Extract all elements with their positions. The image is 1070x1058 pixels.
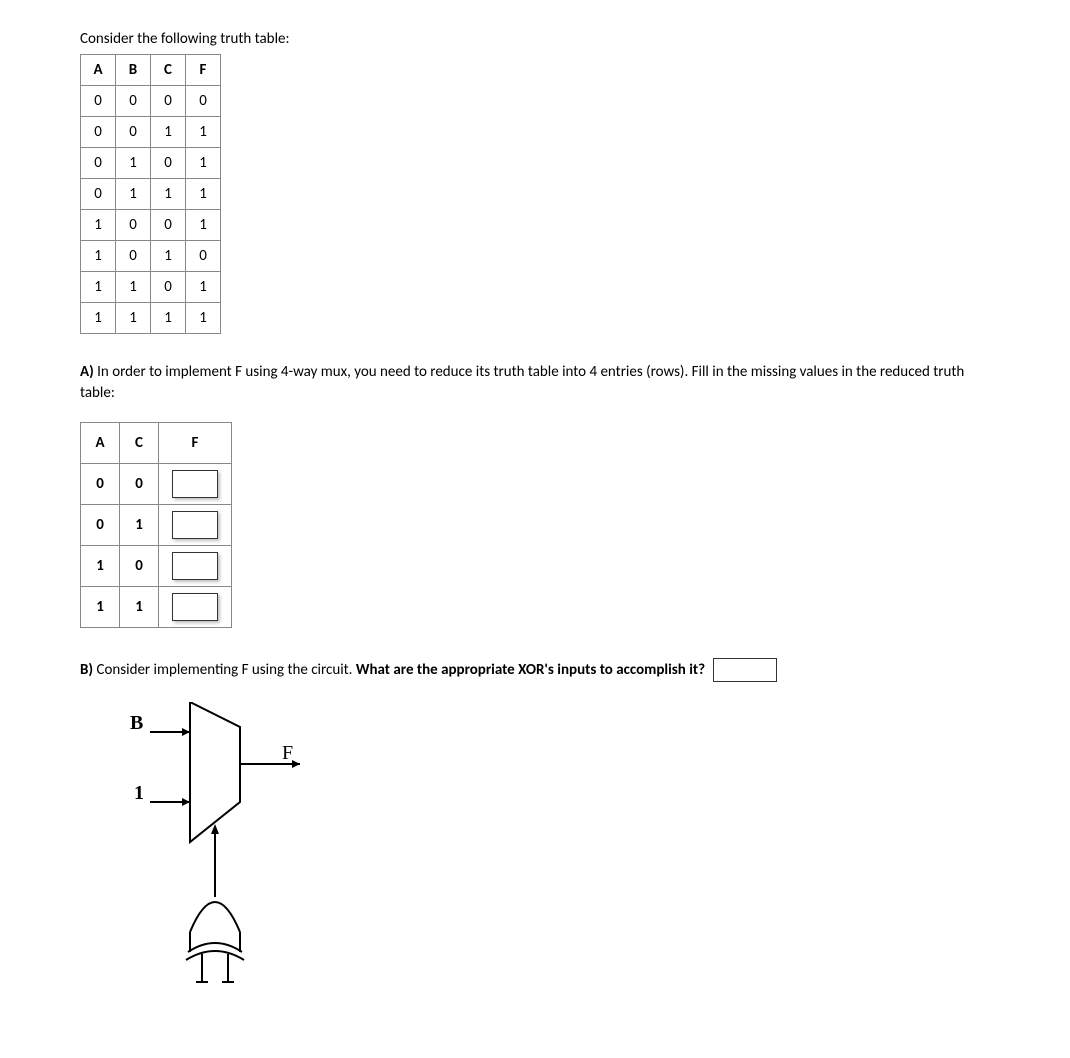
- table-row: 0011: [81, 117, 221, 148]
- cell: 0: [116, 86, 151, 117]
- cell: 1: [151, 241, 186, 272]
- cell: 0: [116, 117, 151, 148]
- cell: 0: [81, 505, 120, 546]
- cell: 0: [81, 117, 116, 148]
- xor-gate-icon: [186, 877, 244, 982]
- cell: 1: [186, 148, 221, 179]
- table-row: 1 0: [81, 546, 232, 587]
- cell: 1: [186, 117, 221, 148]
- cell: 1: [81, 272, 116, 303]
- table-header-row: A C F: [81, 423, 232, 464]
- answer-input-10[interactable]: [172, 552, 218, 580]
- cell: 0: [81, 179, 116, 210]
- arrowhead-icon: [292, 760, 300, 768]
- arrowhead-icon: [182, 728, 190, 736]
- th-f: F: [186, 55, 221, 86]
- cell: 0: [81, 148, 116, 179]
- part-a-question: A) In order to implement F using 4-way m…: [80, 362, 990, 404]
- circuit-label-b: B: [130, 712, 143, 735]
- cell: 1: [120, 505, 159, 546]
- truth-table: A B C F 0000 0011 0101 0111 1001 1010 11…: [80, 54, 221, 334]
- part-a-text: In order to implement F using 4-way mux,…: [80, 363, 964, 402]
- part-a-label: A): [80, 363, 94, 381]
- cell: 1: [81, 210, 116, 241]
- cell: 1: [186, 272, 221, 303]
- mux-shape-icon: [190, 702, 240, 842]
- table-row: 1101: [81, 272, 221, 303]
- table-row: 0000: [81, 86, 221, 117]
- table-row: 0 1: [81, 505, 232, 546]
- cell: 1: [81, 241, 116, 272]
- table-row: 1111: [81, 303, 221, 334]
- cell: 0: [116, 210, 151, 241]
- table-header-row: A B C F: [81, 55, 221, 86]
- cell: 1: [151, 117, 186, 148]
- part-b-text-before: Consider implementing F using the circui…: [93, 661, 356, 679]
- cell: 1: [81, 303, 116, 334]
- part-b-question: B) Consider implementing F using the cir…: [80, 658, 990, 682]
- intro-text: Consider the following truth table:: [80, 30, 990, 48]
- th-b: B: [116, 55, 151, 86]
- th-c: C: [151, 55, 186, 86]
- cell: 1: [186, 179, 221, 210]
- cell: 1: [116, 148, 151, 179]
- part-b-label: B): [80, 661, 93, 679]
- table-row: 0111: [81, 179, 221, 210]
- th-f: F: [159, 423, 232, 464]
- th-a: A: [81, 55, 116, 86]
- cell: 1: [116, 272, 151, 303]
- table-row: 0 0: [81, 464, 232, 505]
- cell: 1: [151, 303, 186, 334]
- cell: 1: [81, 587, 120, 628]
- xor-inputs-answer[interactable]: [713, 658, 777, 682]
- table-row: 1 1: [81, 587, 232, 628]
- answer-input-00[interactable]: [172, 470, 218, 498]
- table-row: 1010: [81, 241, 221, 272]
- cell: 0: [151, 210, 186, 241]
- cell: 1: [186, 210, 221, 241]
- table-row: 1001: [81, 210, 221, 241]
- circuit-diagram: B 1 F: [110, 702, 370, 1002]
- th-c: C: [120, 423, 159, 464]
- cell: 0: [186, 241, 221, 272]
- cell: 0: [151, 148, 186, 179]
- cell: 0: [151, 86, 186, 117]
- table-row: 0101: [81, 148, 221, 179]
- cell: 1: [81, 546, 120, 587]
- cell: 0: [120, 464, 159, 505]
- cell: 0: [120, 546, 159, 587]
- cell: 1: [151, 179, 186, 210]
- cell: 0: [151, 272, 186, 303]
- cell: 1: [116, 303, 151, 334]
- reduced-truth-table: A C F 0 0 0 1 1 0 1 1: [80, 422, 232, 628]
- answer-cell: [159, 546, 232, 587]
- cell: 1: [186, 303, 221, 334]
- cell: 0: [81, 86, 116, 117]
- cell: 0: [186, 86, 221, 117]
- arrowhead-icon: [182, 798, 190, 806]
- answer-cell: [159, 505, 232, 546]
- answer-cell: [159, 587, 232, 628]
- th-a: A: [81, 423, 120, 464]
- cell: 1: [116, 179, 151, 210]
- circuit-svg: [110, 702, 370, 1002]
- answer-input-01[interactable]: [172, 511, 218, 539]
- answer-input-11[interactable]: [172, 593, 218, 621]
- circuit-label-f: F: [282, 742, 293, 765]
- cell: 1: [120, 587, 159, 628]
- cell: 0: [116, 241, 151, 272]
- part-b-text-bold: What are the appropriate XOR's inputs to…: [356, 661, 705, 679]
- answer-cell: [159, 464, 232, 505]
- circuit-label-1: 1: [134, 782, 144, 805]
- cell: 0: [81, 464, 120, 505]
